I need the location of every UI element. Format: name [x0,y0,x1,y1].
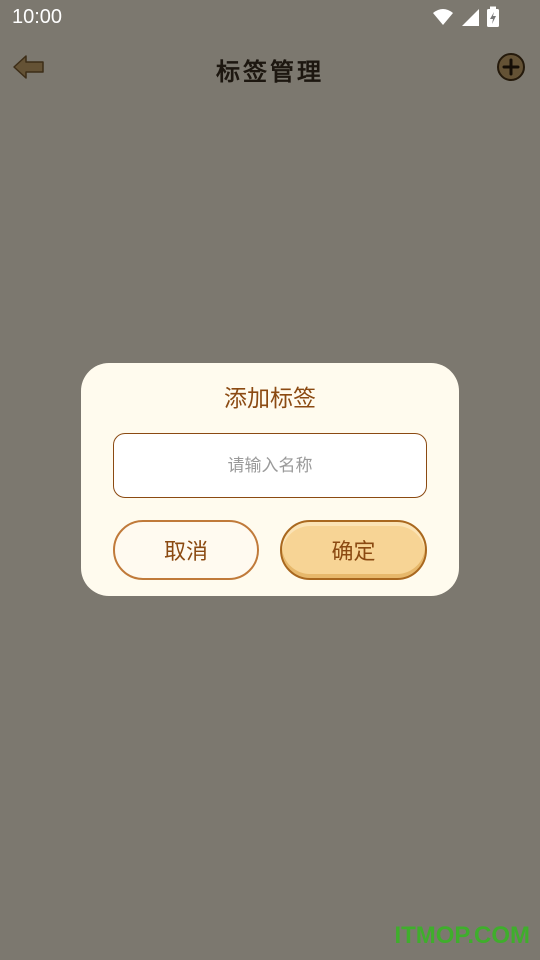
signal-icon [460,7,480,31]
confirm-button[interactable]: 确定 [280,520,427,580]
cancel-button[interactable]: 取消 [113,520,259,580]
wifi-icon [432,7,454,31]
battery-charging-icon [486,6,500,32]
add-tag-dialog: 添加标签 取消 确定 [81,363,459,596]
dialog-title: 添加标签 [224,386,316,412]
status-icons [432,6,500,32]
watermark: ITMOP.COM [394,922,530,949]
tag-name-input[interactable] [113,433,427,498]
status-time: 10:00 [12,6,63,28]
